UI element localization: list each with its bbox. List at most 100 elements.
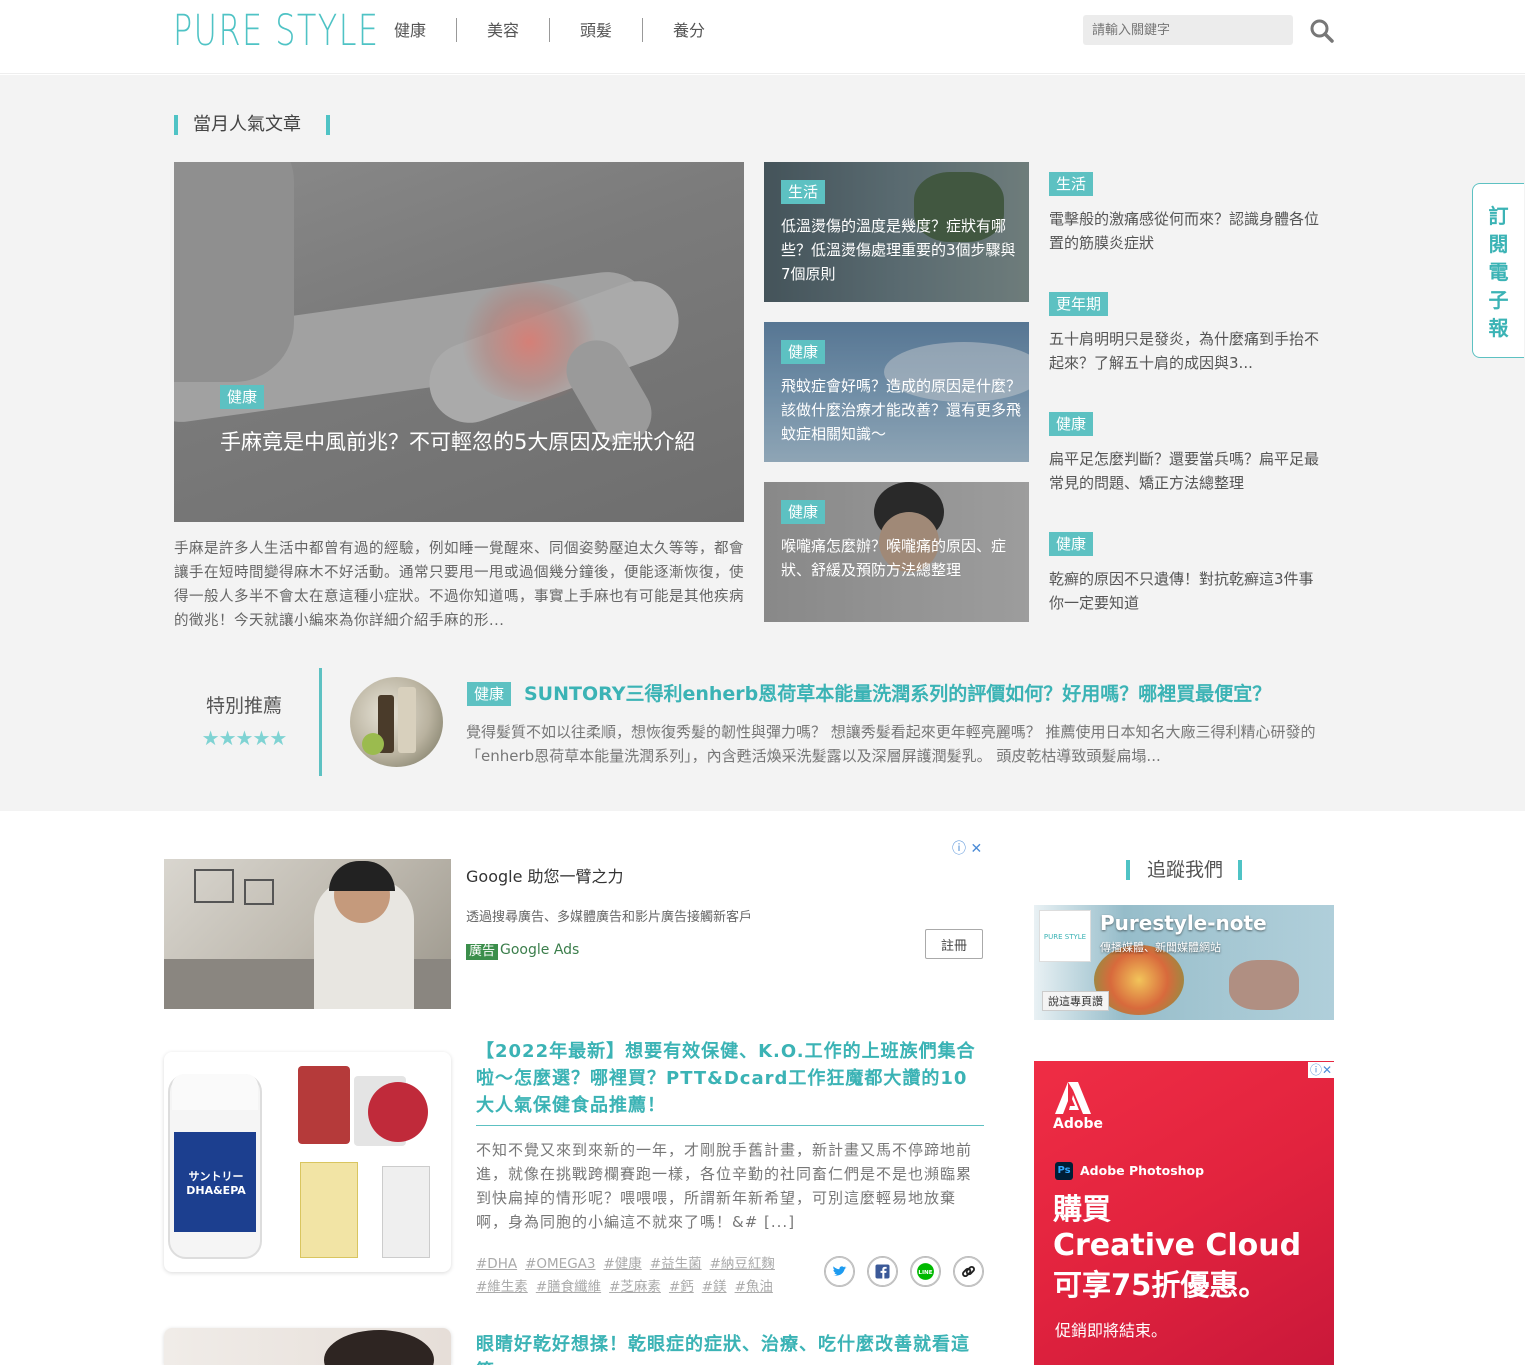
category-tag[interactable]: 健康 [781,500,826,524]
tag-link[interactable]: #益生菌 [650,1256,702,1272]
article-title[interactable]: 低溫燙傷的溫度是幾度？症狀有哪些？低溫燙傷處理重要的3個步驟與7個原則 [781,214,1021,286]
photoshop-icon: Ps [1055,1162,1073,1180]
facebook-page-category: 傳播媒體、新聞媒體網站 [1100,941,1221,954]
category-tag[interactable]: 生活 [781,180,826,204]
adobe-product: Adobe Photoshop [1080,1163,1205,1178]
adobe-ad[interactable]: ⓘ✕ Adobe Ps Adobe Photoshop 購買 Creative … [1034,1061,1334,1365]
title-bar-right [1238,860,1242,880]
special-article-thumbnail[interactable] [350,677,443,767]
tag-link[interactable]: #健康 [604,1256,642,1272]
subscribe-char: 報 [1488,316,1509,340]
ad-signup-button[interactable]: 註冊 [925,929,983,959]
facebook-share-icon[interactable] [867,1256,898,1287]
article-thumbnail[interactable]: サントリー DHA&EPA [164,1052,451,1272]
category-tag[interactable]: 生活 [1049,172,1094,196]
tag-link[interactable]: #鈣 [669,1279,694,1295]
category-tag[interactable]: 健康 [781,340,826,364]
svg-text:LINE: LINE [918,1270,932,1276]
article-card[interactable]: 健康 喉嚨痛怎麼辦？喉嚨痛的原因、症狀、舒緩及預防方法總整理 [764,482,1029,622]
side-article-title[interactable]: 乾癬的原因不只遺傳！對抗乾癬這3件事你一定要知道 [1049,567,1324,615]
adobe-footer: 促銷即將結束。 [1055,1321,1168,1340]
special-article-title[interactable]: SUNTORY三得利enherb恩荷草本能量洗潤系列的評價如何？好用嗎？哪裡買最… [524,681,1324,707]
nav-divider [456,18,457,42]
site-header: PURE STYLE 健康 美容 頭髮 養分 [0,0,1525,74]
article-excerpt: 不知不覺又來到來新的一年，才剛脫手舊計畫，新計畫又馬不停蹄地前進，就像在挑戰跨欄… [476,1141,973,1231]
section-title-popular: 當月人氣文章 [193,114,301,135]
side-article[interactable]: 更年期 五十肩明明只是發炎，為什麼痛到手抬不起來？了解五十肩的成因與3... [1049,292,1324,375]
tag-link[interactable]: #OMEGA3 [525,1256,595,1272]
tag-link[interactable]: #膳食纖維 [536,1279,601,1295]
facebook-page-name[interactable]: Purestyle-note [1100,911,1267,935]
tag-link[interactable]: #納豆紅麴 [710,1256,775,1272]
side-article-title[interactable]: 五十肩明明只是發炎，為什麼痛到手抬不起來？了解五十肩的成因與3... [1049,327,1324,375]
adobe-headline: 購買 [1053,1192,1112,1226]
category-tag[interactable]: 健康 [467,682,512,706]
category-tag[interactable]: 健康 [220,385,265,409]
article-tags: #DHA #OMEGA3 #健康 #益生菌 #納豆紅麴 #維生素 #膳食纖維 #芝麻素 #鈣 #… [476,1252,796,1298]
adobe-brand: Adobe [1053,1116,1103,1132]
product-label: サントリー DHA&EPA [186,1170,246,1197]
tag-link[interactable]: #鎂 [702,1279,727,1295]
follow-us-title: 追蹤我們 [1146,859,1223,881]
subscribe-char: 子 [1488,288,1509,312]
main-article-excerpt: 手麻是許多人生活中都曾有過的經驗，例如睡一覺醒來、同個姿勢壓迫太久等等，都會讓手… [174,541,744,629]
article-thumbnail[interactable] [164,1328,451,1365]
divider [319,668,322,776]
ad-description: 透過搜尋廣告、多媒體廣告和影片廣告接觸新客戶 [466,910,753,925]
category-tag[interactable]: 健康 [1049,532,1094,556]
side-article-title[interactable]: 電擊般的激痛感從何而來？認識身體各位置的筋膜炎症狀 [1049,207,1324,255]
main-article-image: 健康 手麻竟是中風前兆？不可輕忽的5大原因及症狀介紹 [174,162,744,522]
nav-item-beauty[interactable]: 美容 [458,18,548,44]
title-bar-right [326,115,330,135]
site-logo[interactable]: PURE STYLE [173,6,380,56]
facebook-like-button[interactable]: 說這專頁讚 [1042,991,1109,1011]
ad-title[interactable]: Google 助您一臂之力 [466,863,624,887]
adobe-headline: Creative Cloud [1053,1228,1302,1263]
side-article[interactable]: 健康 乾癬的原因不只遺傳！對抗乾癬這3件事你一定要知道 [1049,532,1324,615]
article-title[interactable]: 【2022年最新】想要有效保健、K.O.工作的上班族們集合啦～怎麼選？哪裡買？P… [476,1038,984,1126]
facebook-page-logo[interactable]: PURE STYLE [1039,910,1091,962]
title-bar-left [174,115,178,135]
nav-divider [549,18,550,42]
adobe-logo-icon [1055,1082,1091,1114]
line-share-icon[interactable]: LINE [910,1256,941,1287]
google-ad[interactable]: ⓘ ✕ Google 助您一臂之力 透過搜尋廣告、多媒體廣告和影片廣告接觸新客戶… [164,838,984,1010]
tag-link[interactable]: #DHA [476,1256,517,1272]
search-input[interactable] [1083,15,1293,45]
article-card[interactable]: 健康 飛蚊症會好嗎？造成的原因是什麼？該做什麼治療才能改善？還有更多飛蚊症相關知… [764,322,1029,462]
category-tag[interactable]: 更年期 [1049,292,1109,316]
main-article-title[interactable]: 手麻竟是中風前兆？不可輕忽的5大原因及症狀介紹 [220,426,710,459]
side-article-title[interactable]: 扁平足怎麼判斷？還要當兵嗎？扁平足最常見的問題、矯正方法總整理 [1049,447,1324,495]
ad-info-icon[interactable]: ⓘ ✕ [952,838,982,858]
search-icon[interactable] [1309,18,1335,44]
adobe-headline: 可享75折優惠。 [1053,1268,1268,1302]
nav-item-hair[interactable]: 頭髮 [551,18,641,44]
tag-link[interactable]: #維生素 [476,1279,528,1295]
tag-link[interactable]: #芝麻素 [609,1279,661,1295]
ad-image [164,859,451,1009]
subscribe-char: 閱 [1488,232,1509,256]
ad-brand[interactable]: Google Ads [500,942,579,958]
nav-item-nutrition[interactable]: 養分 [644,18,734,44]
article-card[interactable]: 生活 低溫燙傷的溫度是幾度？症狀有哪些？低溫燙傷處理重要的3個步驟與7個原則 [764,162,1029,302]
side-article[interactable]: 生活 電擊般的激痛感從何而來？認識身體各位置的筋膜炎症狀 [1049,172,1324,255]
special-recommend-label: 特別推薦 [205,695,282,717]
ad-badge: 廣告 [466,944,499,960]
ad-close-icon[interactable]: ⓘ✕ [1308,1062,1334,1078]
article-title[interactable]: 喉嚨痛怎麼辦？喉嚨痛的原因、症狀、舒緩及預防方法總整理 [781,534,1021,582]
article-title[interactable]: 飛蚊症會好嗎？造成的原因是什麼？該做什麼治療才能改善？還有更多飛蚊症相關知識～ [781,374,1021,446]
side-article[interactable]: 健康 扁平足怎麼判斷？還要當兵嗎？扁平足最常見的問題、矯正方法總整理 [1049,412,1324,495]
subscribe-char: 訂 [1488,204,1509,228]
nav-item-health[interactable]: 健康 [365,18,455,44]
twitter-share-icon[interactable] [824,1256,855,1287]
facebook-page-widget[interactable]: PURE STYLE Purestyle-note 傳播媒體、新聞媒體網站 說這… [1034,905,1334,1020]
subscribe-char: 電 [1488,260,1509,284]
subscribe-newsletter-tab[interactable]: 訂 閱 電 子 報 [1472,183,1524,358]
special-article-excerpt: 覺得髮質不如以往柔順，想恢復秀髮的韌性與彈力嗎？ 想讓秀髮看起來更年輕亮麗嗎？ … [466,723,1316,765]
copy-link-icon[interactable] [953,1256,984,1287]
main-article-card[interactable]: 健康 手麻竟是中風前兆？不可輕忽的5大原因及症狀介紹 [174,162,744,522]
tag-link[interactable]: #魚油 [735,1279,773,1295]
category-tag[interactable]: 健康 [1049,412,1094,436]
nav-divider [642,18,643,42]
article-title[interactable]: 眼睛好乾好想揉！乾眼症的症狀、治療、吃什麼改善就看這篇 [476,1331,984,1365]
